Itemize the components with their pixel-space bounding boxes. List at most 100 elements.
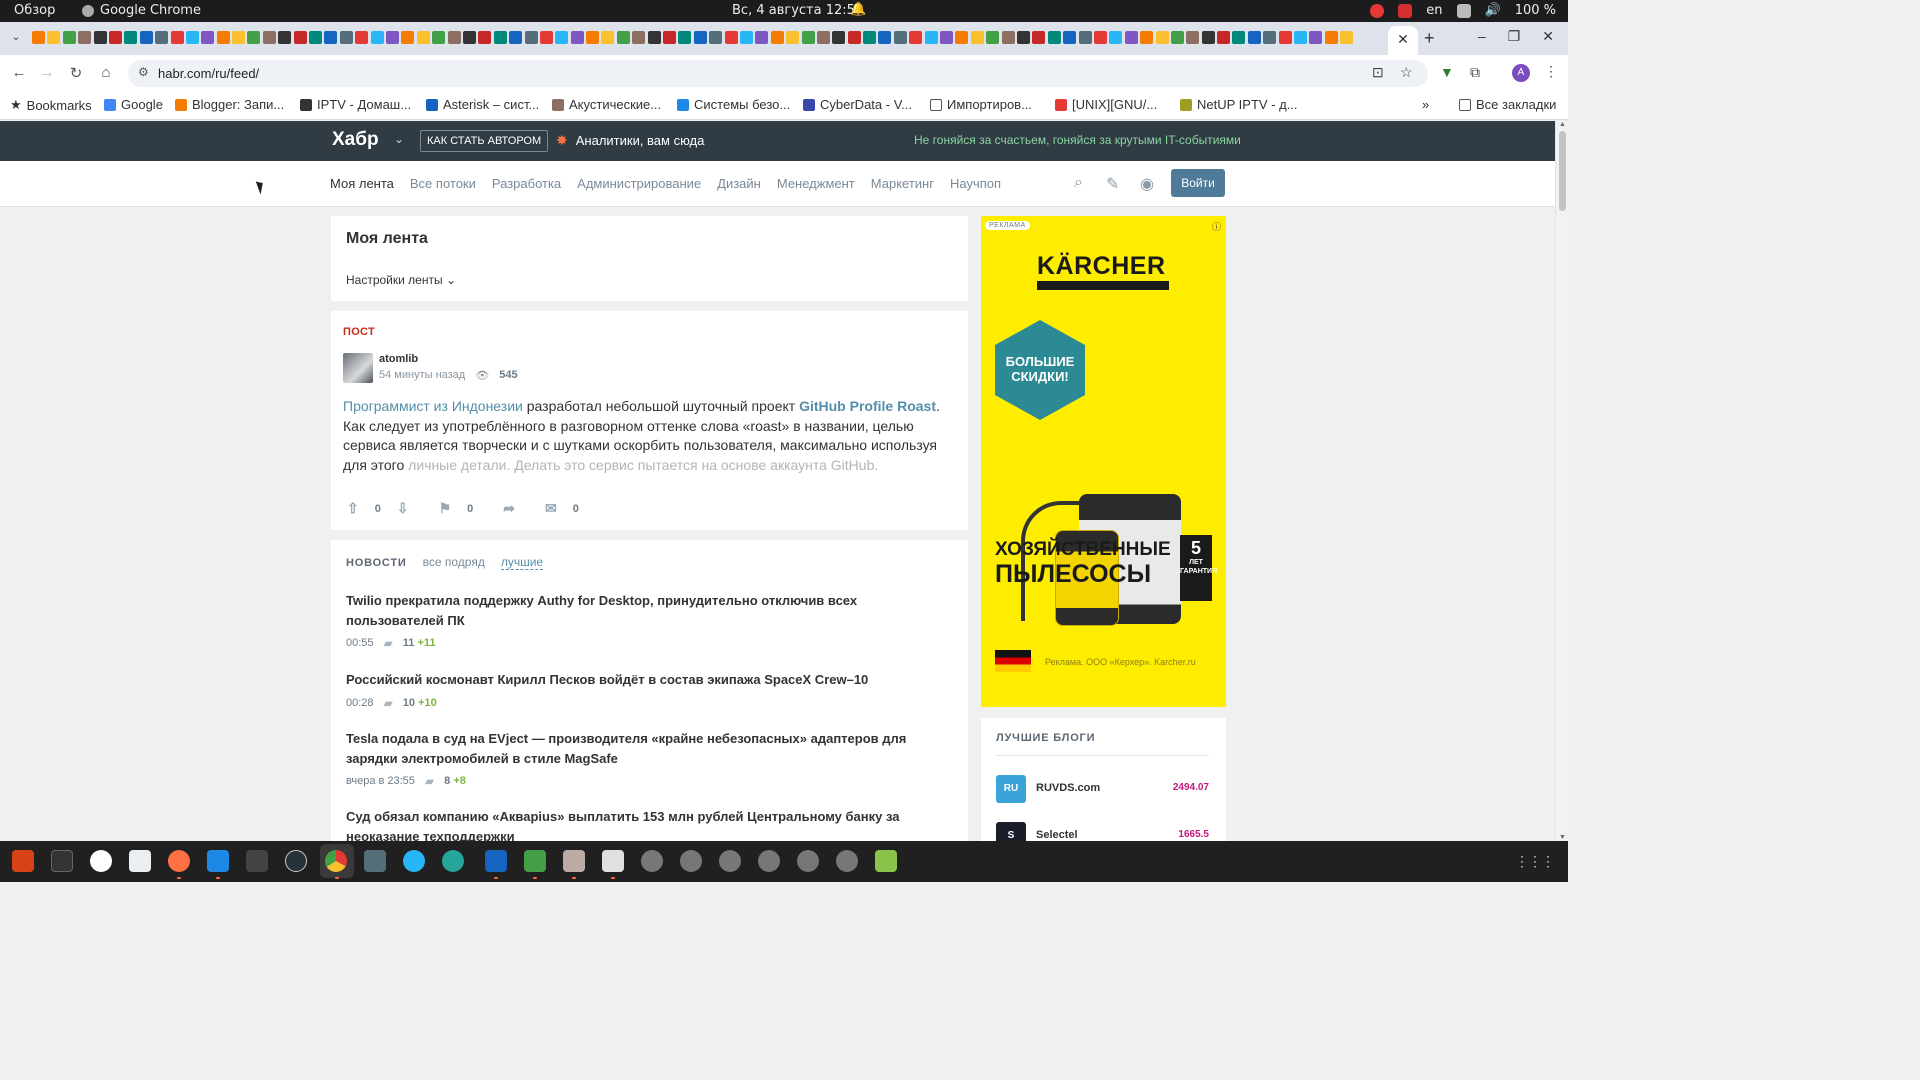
tab-favicon-icon[interactable] bbox=[324, 31, 338, 44]
tab-favicon-icon[interactable] bbox=[478, 31, 492, 44]
firefox-icon[interactable] bbox=[168, 850, 190, 872]
scroll-thumb[interactable] bbox=[1559, 131, 1566, 211]
author-avatar[interactable] bbox=[343, 353, 373, 383]
tab-favicon-icon[interactable] bbox=[678, 31, 692, 44]
tab-favicon-icon[interactable] bbox=[201, 31, 215, 44]
trash-icon[interactable] bbox=[875, 850, 897, 872]
archive-icon[interactable] bbox=[563, 850, 585, 872]
scroll-down-icon[interactable]: ▼ bbox=[1559, 834, 1566, 841]
tab-favicon-icon[interactable] bbox=[155, 31, 169, 44]
disc-icon[interactable] bbox=[758, 850, 780, 872]
tab-favicon-icon[interactable] bbox=[616, 31, 630, 44]
tab-favicon-icon[interactable] bbox=[339, 31, 353, 44]
pinned-tab-favicons[interactable] bbox=[32, 31, 1388, 47]
tab-all-flows[interactable]: Все потоки bbox=[410, 176, 476, 191]
back-icon[interactable]: ← bbox=[10, 64, 28, 81]
downvote-icon[interactable]: ⇩ bbox=[397, 500, 409, 517]
tab-favicon-icon[interactable] bbox=[493, 31, 507, 44]
tab-development[interactable]: Разработка bbox=[492, 176, 561, 191]
blog-row[interactable]: S Selectel 1665.5 bbox=[996, 822, 1209, 841]
tab-favicon-icon[interactable] bbox=[693, 31, 707, 44]
tab-favicon-icon[interactable] bbox=[1170, 31, 1184, 44]
settings-eye-icon[interactable]: ◉ bbox=[1140, 174, 1154, 194]
tab-favicon-icon[interactable] bbox=[709, 31, 723, 44]
tab-favicon-icon[interactable] bbox=[185, 31, 199, 44]
tab-favicon-icon[interactable] bbox=[1047, 31, 1061, 44]
tab-favicon-icon[interactable] bbox=[1232, 31, 1246, 44]
system-tray[interactable]: en 🔊 100 % bbox=[1370, 3, 1556, 18]
extensions-icon[interactable]: ⧉ bbox=[1470, 64, 1480, 81]
tab-favicon-icon[interactable] bbox=[1186, 31, 1200, 44]
tab-favicon-icon[interactable] bbox=[539, 31, 553, 44]
tab-design[interactable]: Дизайн bbox=[717, 176, 761, 191]
waveform-app-icon[interactable] bbox=[246, 850, 268, 872]
clock[interactable]: Вс, 4 августа 12:52 bbox=[732, 3, 863, 18]
tab-favicon-icon[interactable] bbox=[878, 31, 892, 44]
vpn-app-icon[interactable] bbox=[285, 850, 307, 872]
tab-favicon-icon[interactable] bbox=[570, 31, 584, 44]
tab-management[interactable]: Менеджмент bbox=[777, 176, 855, 191]
tab-favicon-icon[interactable] bbox=[786, 31, 800, 44]
tab-favicon-icon[interactable] bbox=[1217, 31, 1231, 44]
habr-logo[interactable]: Хабр bbox=[332, 129, 379, 151]
vscode-icon[interactable] bbox=[207, 850, 229, 872]
chevron-down-icon[interactable]: ⌄ bbox=[394, 132, 404, 146]
tab-favicon-icon[interactable] bbox=[1263, 31, 1277, 44]
promo-link[interactable]: ✸ Аналитики, вам сюда bbox=[556, 132, 704, 149]
news-item[interactable]: Российский космонавт Кирилл Песков войдё… bbox=[346, 670, 926, 710]
maximize-icon[interactable]: ❐ bbox=[1508, 28, 1521, 45]
ad-banner[interactable]: РЕКЛАМА ⓘ KÄRCHER БОЛЬШИЕ СКИДКИ! ХОЗЯЙС… bbox=[981, 216, 1226, 707]
profile-avatar[interactable]: A bbox=[1512, 64, 1530, 82]
browser-menu-icon[interactable]: ⋮ bbox=[1544, 63, 1558, 80]
site-info-icon[interactable]: ⚙ bbox=[138, 65, 149, 79]
tab-my-feed[interactable]: Моя лента bbox=[330, 176, 394, 191]
tab-favicon-icon[interactable] bbox=[924, 31, 938, 44]
tab-favicon-icon[interactable] bbox=[247, 31, 261, 44]
tab-favicon-icon[interactable] bbox=[1063, 31, 1077, 44]
news-item[interactable]: Tesla подала в суд на EVject — производи… bbox=[346, 729, 926, 788]
write-pen-icon[interactable]: ✎ bbox=[1106, 174, 1119, 194]
tab-marketing[interactable]: Маркетинг bbox=[871, 176, 934, 191]
close-window-icon[interactable]: ✕ bbox=[1542, 28, 1554, 45]
tab-favicon-icon[interactable] bbox=[1078, 31, 1092, 44]
tab-favicon-icon[interactable] bbox=[1278, 31, 1292, 44]
tab-favicon-icon[interactable] bbox=[724, 31, 738, 44]
tab-favicon-icon[interactable] bbox=[432, 31, 446, 44]
blog-row[interactable]: RU RUVDS.com 2494.07 bbox=[996, 775, 1209, 805]
tab-favicon-icon[interactable] bbox=[262, 31, 276, 44]
tab-favicon-icon[interactable] bbox=[216, 31, 230, 44]
disc-icon[interactable] bbox=[797, 850, 819, 872]
bookmark-item[interactable]: Google bbox=[104, 97, 163, 112]
tab-favicon-icon[interactable] bbox=[370, 31, 384, 44]
tab-favicon-icon[interactable] bbox=[909, 31, 923, 44]
tab-favicon-icon[interactable] bbox=[1017, 31, 1030, 44]
feed-settings-toggle[interactable]: Настройки ленты ⌄ bbox=[346, 273, 456, 287]
tab-favicon-icon[interactable] bbox=[1201, 31, 1215, 44]
blog-name[interactable]: RUVDS.com bbox=[1036, 782, 1100, 794]
tab-favicon-icon[interactable] bbox=[955, 31, 969, 44]
tab-favicon-icon[interactable] bbox=[1155, 31, 1169, 44]
tab-favicon-icon[interactable] bbox=[940, 31, 954, 44]
home-icon[interactable]: ⌂ bbox=[97, 64, 115, 81]
tab-favicon-icon[interactable] bbox=[416, 31, 430, 44]
reload-icon[interactable]: ↻ bbox=[67, 64, 85, 82]
forward-icon[interactable]: → bbox=[38, 64, 56, 81]
tab-favicon-icon[interactable] bbox=[986, 31, 1000, 44]
remote-desktop-icon[interactable] bbox=[364, 850, 386, 872]
activities-button[interactable]: Обзор bbox=[14, 3, 55, 18]
tab-favicon-icon[interactable] bbox=[893, 31, 907, 44]
new-tab-button[interactable]: + bbox=[1424, 28, 1435, 49]
bookmark-item[interactable]: Asterisk – сист... bbox=[426, 97, 539, 112]
tab-favicon-icon[interactable] bbox=[801, 31, 815, 44]
author-name[interactable]: atomlib bbox=[379, 353, 418, 365]
post-link-roast[interactable]: GitHub Profile Roast bbox=[799, 398, 936, 414]
tab-favicon-icon[interactable] bbox=[739, 31, 753, 44]
news-title-link[interactable]: Суд обязал компанию «Акварius» выплатить… bbox=[346, 807, 926, 841]
tab-favicon-icon[interactable] bbox=[385, 31, 399, 44]
news-title-link[interactable]: Российский космонавт Кирилл Песков войдё… bbox=[346, 670, 926, 690]
scroll-up-icon[interactable]: ▲ bbox=[1559, 121, 1566, 128]
tab-search-chevron-icon[interactable]: ⌄ bbox=[8, 30, 24, 46]
tab-favicon-icon[interactable] bbox=[355, 31, 369, 44]
tab-favicon-icon[interactable] bbox=[1001, 31, 1015, 44]
tab-favicon-icon[interactable] bbox=[293, 31, 307, 44]
